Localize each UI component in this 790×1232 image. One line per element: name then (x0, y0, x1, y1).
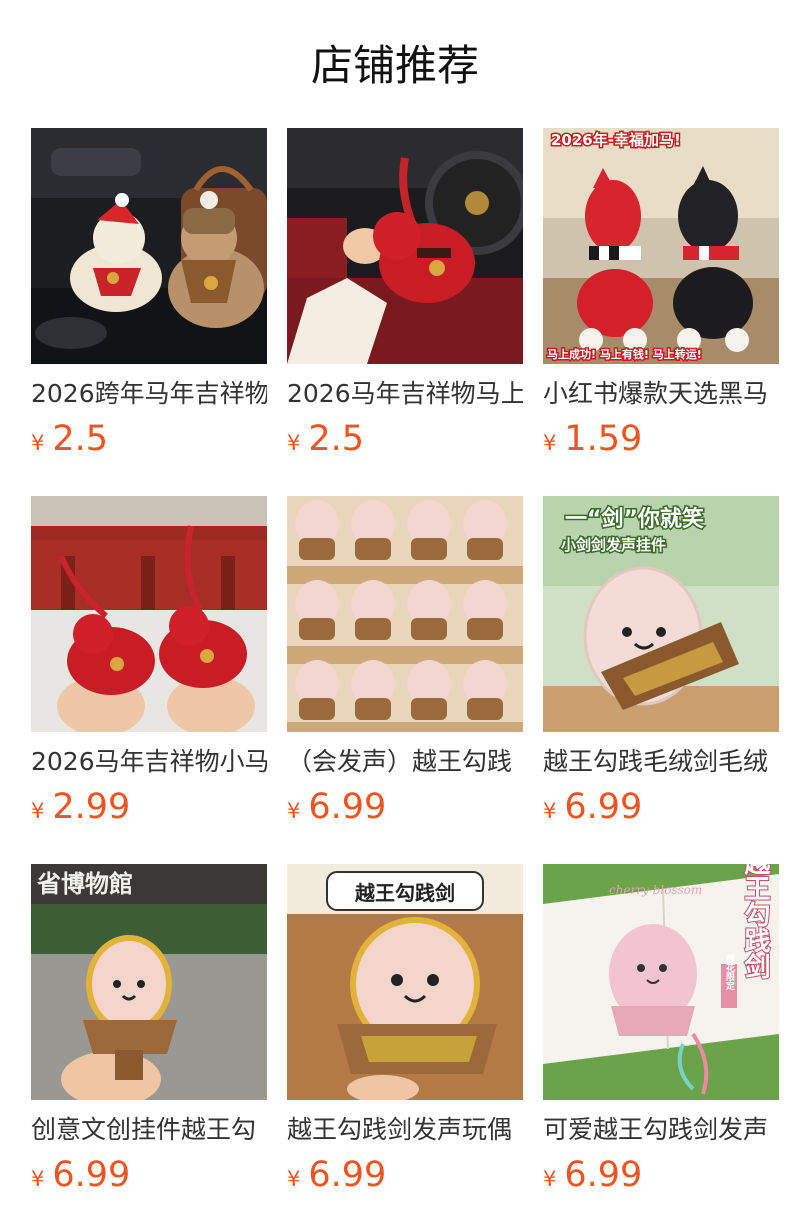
image-badge-text: 樱花限定 (724, 953, 736, 991)
product-price: ¥2.99 (31, 786, 130, 828)
product-price: ¥2.5 (31, 418, 108, 460)
price-value: 2.5 (308, 419, 365, 459)
currency-symbol: ¥ (543, 431, 557, 455)
product-name[interactable]: 创意文创挂件越王勾 (31, 1112, 267, 1148)
product-price: ¥6.99 (543, 1154, 642, 1196)
product-price: ¥6.99 (287, 786, 386, 828)
pink-sword-plush-book-image[interactable]: 樱花限定 越王勾践剑 cherry blossom (543, 864, 779, 1100)
image-banner-text: 越王勾践剑 (740, 864, 770, 979)
red-black-horse-plush-image[interactable]: 2026年-幸福加马! 马上成功! 马上有钱! 马上转运! (543, 128, 779, 364)
plush-horse-car-image[interactable] (31, 128, 267, 364)
product-name[interactable]: 2026马年吉祥物小马 (31, 744, 267, 780)
price-value: 6.99 (564, 1155, 643, 1195)
image-banner-text: 越王勾践剑 (354, 881, 455, 905)
product-name[interactable]: （会发声）越王勾践 (287, 744, 523, 780)
product-name[interactable]: 2026马年吉祥物马上 (287, 376, 523, 412)
sword-plush-closeup-image[interactable]: 越王勾践剑 (287, 864, 523, 1100)
sword-plush-smile-image[interactable]: 一“剑”你就笑 小剑剑发声挂件 (543, 496, 779, 732)
currency-symbol: ¥ (287, 431, 301, 455)
currency-symbol: ¥ (31, 799, 45, 823)
currency-symbol: ¥ (543, 799, 557, 823)
image-caption-text: 马上成功! 马上有钱! 马上转运! (547, 347, 702, 361)
product-price: ¥6.99 (543, 786, 642, 828)
red-plush-horse-keychain-image[interactable] (287, 128, 523, 364)
image-caption-text: 小剑剑发声挂件 (561, 536, 666, 554)
price-value: 1.59 (564, 419, 643, 459)
price-value: 6.99 (564, 787, 643, 827)
red-horse-pair-palace-image[interactable] (31, 496, 267, 732)
product-name[interactable]: 越王勾践毛绒剑毛绒 (543, 744, 779, 780)
product-price: ¥2.5 (287, 418, 364, 460)
product-price: ¥6.99 (287, 1154, 386, 1196)
price-value: 6.99 (52, 1155, 131, 1195)
currency-symbol: ¥ (31, 1167, 45, 1191)
product-price: ¥6.99 (31, 1154, 130, 1196)
sword-plush-shelf-image[interactable] (287, 496, 523, 732)
image-banner-text: 2026年-幸福加马! (551, 131, 681, 149)
price-value: 6.99 (308, 787, 387, 827)
product-grid: 2026跨年马年吉祥物 ¥2.5 2026马年吉祥物马上 ¥ 2.5 2026年… (0, 0, 790, 1232)
currency-symbol: ¥ (543, 1167, 557, 1191)
sword-plush-museum-image[interactable]: 省博物館 (31, 864, 267, 1100)
price-value: 6.99 (308, 1155, 387, 1195)
product-name[interactable]: 小红书爆款天选黑马 (543, 376, 779, 412)
product-name[interactable]: 越王勾践剑发声玩偶 (287, 1112, 523, 1148)
product-price: ¥1.59 (543, 418, 642, 460)
currency-symbol: ¥ (287, 1167, 301, 1191)
image-banner-text: 一“剑”你就笑 (565, 506, 704, 532)
image-banner-text: 省博物館 (36, 870, 133, 898)
price-value: 2.99 (52, 787, 131, 827)
image-caption-text: cherry blossom (609, 883, 702, 897)
currency-symbol: ¥ (287, 799, 301, 823)
price-value: 2.5 (52, 419, 109, 459)
currency-symbol: ¥ (31, 431, 45, 455)
product-name[interactable]: 可爱越王勾践剑发声 (543, 1112, 779, 1148)
product-name[interactable]: 2026跨年马年吉祥物 (31, 376, 267, 412)
